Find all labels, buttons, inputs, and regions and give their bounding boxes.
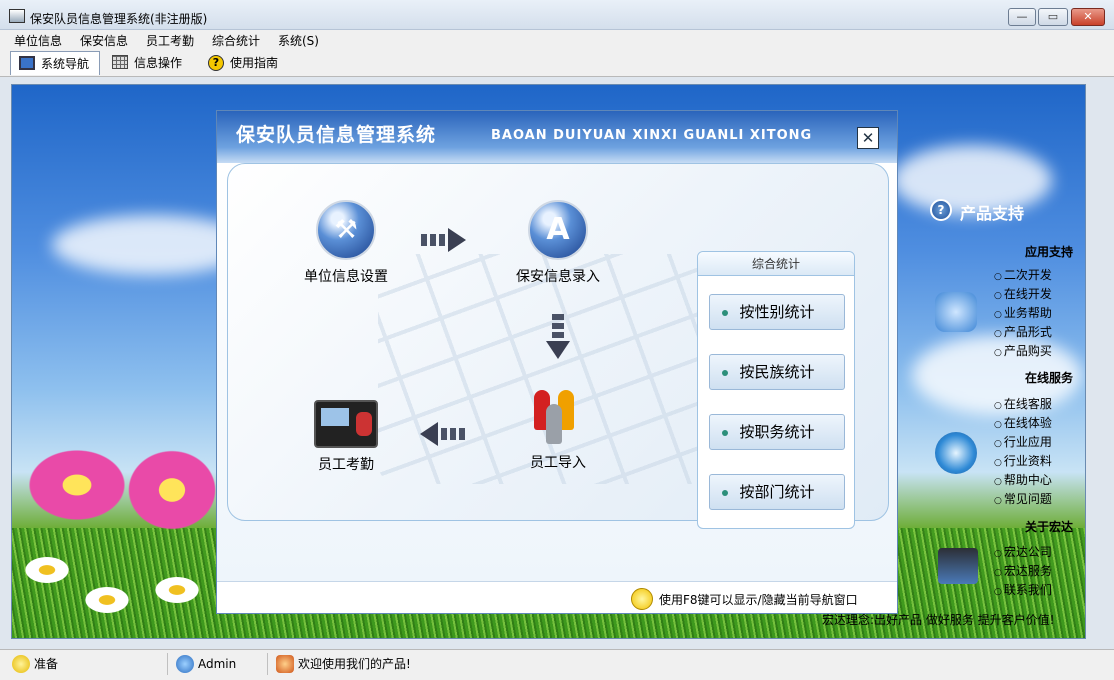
lightbulb-icon bbox=[631, 588, 653, 610]
dialog-footer: 使用F8键可以显示/隐藏当前导航窗口 bbox=[217, 581, 897, 613]
dialog-close-button[interactable]: ✕ bbox=[857, 127, 879, 149]
toolbar: 系统导航 信息操作 ? 使用指南 bbox=[0, 49, 1114, 77]
nav-employee-import[interactable]: 员工导入 bbox=[498, 386, 618, 472]
link-industry-app[interactable]: 行业应用 bbox=[994, 433, 1052, 450]
link-industry-data[interactable]: 行业资料 bbox=[994, 452, 1052, 469]
nav-guard-info-entry[interactable]: A 保安信息录入 bbox=[498, 200, 618, 286]
minimize-button[interactable]: — bbox=[1008, 8, 1036, 26]
user-icon bbox=[176, 655, 194, 673]
flower-decoration bbox=[122, 445, 222, 535]
statistics-panel: 综合统计 按性别统计 按民族统计 按职务统计 按部门统计 bbox=[697, 251, 855, 529]
arrow-down-icon bbox=[546, 314, 570, 359]
monitor-icon bbox=[938, 548, 978, 584]
fingerprint-device-icon bbox=[314, 400, 378, 448]
menu-attendance[interactable]: 员工考勤 bbox=[146, 32, 194, 49]
daisy-decoration bbox=[152, 575, 202, 605]
nav-unit-info-setup[interactable]: ⚒ 单位信息设置 bbox=[286, 200, 406, 286]
statistics-heading: 综合统计 bbox=[698, 252, 854, 276]
nav-label: 员工考勤 bbox=[318, 457, 374, 473]
link-service[interactable]: 宏达服务 bbox=[994, 562, 1052, 579]
gift-icon bbox=[276, 655, 294, 673]
support-section-heading: 在线服务 bbox=[1025, 371, 1074, 385]
tools-icon: ⚒ bbox=[316, 200, 376, 260]
link-product-form[interactable]: 产品形式 bbox=[994, 323, 1052, 340]
support-help-icon: ? bbox=[930, 199, 952, 221]
people-icon bbox=[528, 386, 588, 446]
link-contact[interactable]: 联系我们 bbox=[994, 581, 1052, 598]
link-secondary-dev[interactable]: 二次开发 bbox=[994, 266, 1052, 283]
menu-bar: 单位信息 保安信息 员工考勤 综合统计 系统(S) bbox=[0, 30, 1114, 49]
link-company[interactable]: 宏达公司 bbox=[994, 543, 1052, 560]
arrow-left-icon bbox=[420, 422, 468, 446]
menu-unit-info[interactable]: 单位信息 bbox=[14, 32, 62, 49]
product-support-title: 产品支持 bbox=[960, 204, 1025, 223]
stat-by-department-button[interactable]: 按部门统计 bbox=[709, 474, 845, 510]
nav-label: 员工导入 bbox=[530, 455, 586, 471]
dialog-subtitle: BAOAN DUIYUAN XINXI GUANLI XITONG bbox=[491, 128, 813, 143]
dialog-header: 保安队员信息管理系统 BAOAN DUIYUAN XINXI GUANLI XI… bbox=[217, 111, 897, 163]
status-welcome: 欢迎使用我们的产品! bbox=[272, 653, 572, 675]
tab-label: 信息操作 bbox=[134, 56, 183, 70]
dialog-title: 保安队员信息管理系统 bbox=[236, 124, 437, 146]
monitor-icon bbox=[19, 56, 35, 70]
maximize-button[interactable]: ▭ bbox=[1038, 8, 1068, 26]
status-user: Admin bbox=[172, 653, 268, 675]
tab-system-navigation[interactable]: 系统导航 bbox=[10, 51, 100, 75]
arrow-right-icon bbox=[421, 228, 466, 252]
link-product-purchase[interactable]: 产品购买 bbox=[994, 342, 1052, 359]
nav-label: 保安信息录入 bbox=[516, 269, 600, 285]
status-icon bbox=[12, 655, 30, 673]
link-online-trial[interactable]: 在线体验 bbox=[994, 414, 1052, 431]
link-business-help[interactable]: 业务帮助 bbox=[994, 304, 1052, 321]
stat-by-gender-button[interactable]: 按性别统计 bbox=[709, 294, 845, 330]
stat-by-ethnicity-button[interactable]: 按民族统计 bbox=[709, 354, 845, 390]
navigation-dialog: 保安队员信息管理系统 BAOAN DUIYUAN XINXI GUANLI XI… bbox=[216, 110, 898, 614]
link-online-dev[interactable]: 在线开发 bbox=[994, 285, 1052, 302]
daisy-decoration bbox=[82, 585, 132, 615]
stat-by-position-button[interactable]: 按职务统计 bbox=[709, 414, 845, 450]
tab-label: 使用指南 bbox=[230, 56, 279, 70]
dialog-hint: 使用F8键可以显示/隐藏当前导航窗口 bbox=[659, 593, 858, 607]
flower-decoration bbox=[22, 445, 132, 525]
support-section-heading: 应用支持 bbox=[1025, 245, 1074, 259]
menu-system[interactable]: 系统(S) bbox=[278, 32, 319, 49]
help-icon: ? bbox=[208, 55, 224, 71]
nav-label: 单位信息设置 bbox=[304, 269, 388, 285]
title-bar[interactable]: 保安队员信息管理系统(非注册版) — ▭ ✕ bbox=[0, 0, 1114, 30]
close-window-button[interactable]: ✕ bbox=[1071, 8, 1105, 26]
daisy-decoration bbox=[22, 555, 72, 585]
status-bar: 准备 Admin 欢迎使用我们的产品! bbox=[0, 649, 1114, 680]
tab-label: 系统导航 bbox=[41, 57, 90, 71]
nav-employee-attendance[interactable]: 员工考勤 bbox=[286, 400, 406, 474]
app-icon bbox=[9, 9, 25, 23]
support-section-heading: 关于宏达 bbox=[1025, 520, 1074, 534]
link-faq[interactable]: 常见问题 bbox=[994, 490, 1052, 507]
document-a-icon: A bbox=[528, 200, 588, 260]
link-online-service[interactable]: 在线客服 bbox=[994, 395, 1052, 412]
menu-guard-info[interactable]: 保安信息 bbox=[80, 32, 128, 49]
tab-user-guide[interactable]: ? 使用指南 bbox=[200, 51, 292, 75]
status-ready: 准备 bbox=[8, 653, 168, 675]
window-title: 保安队员信息管理系统(非注册版) bbox=[30, 12, 208, 26]
forward-arrow-icon bbox=[935, 292, 977, 332]
link-help-center[interactable]: 帮助中心 bbox=[994, 471, 1052, 488]
grid-icon bbox=[112, 55, 128, 69]
tab-info-operation[interactable]: 信息操作 bbox=[104, 51, 196, 75]
menu-statistics[interactable]: 综合统计 bbox=[212, 32, 260, 49]
globe-icon bbox=[935, 432, 977, 474]
